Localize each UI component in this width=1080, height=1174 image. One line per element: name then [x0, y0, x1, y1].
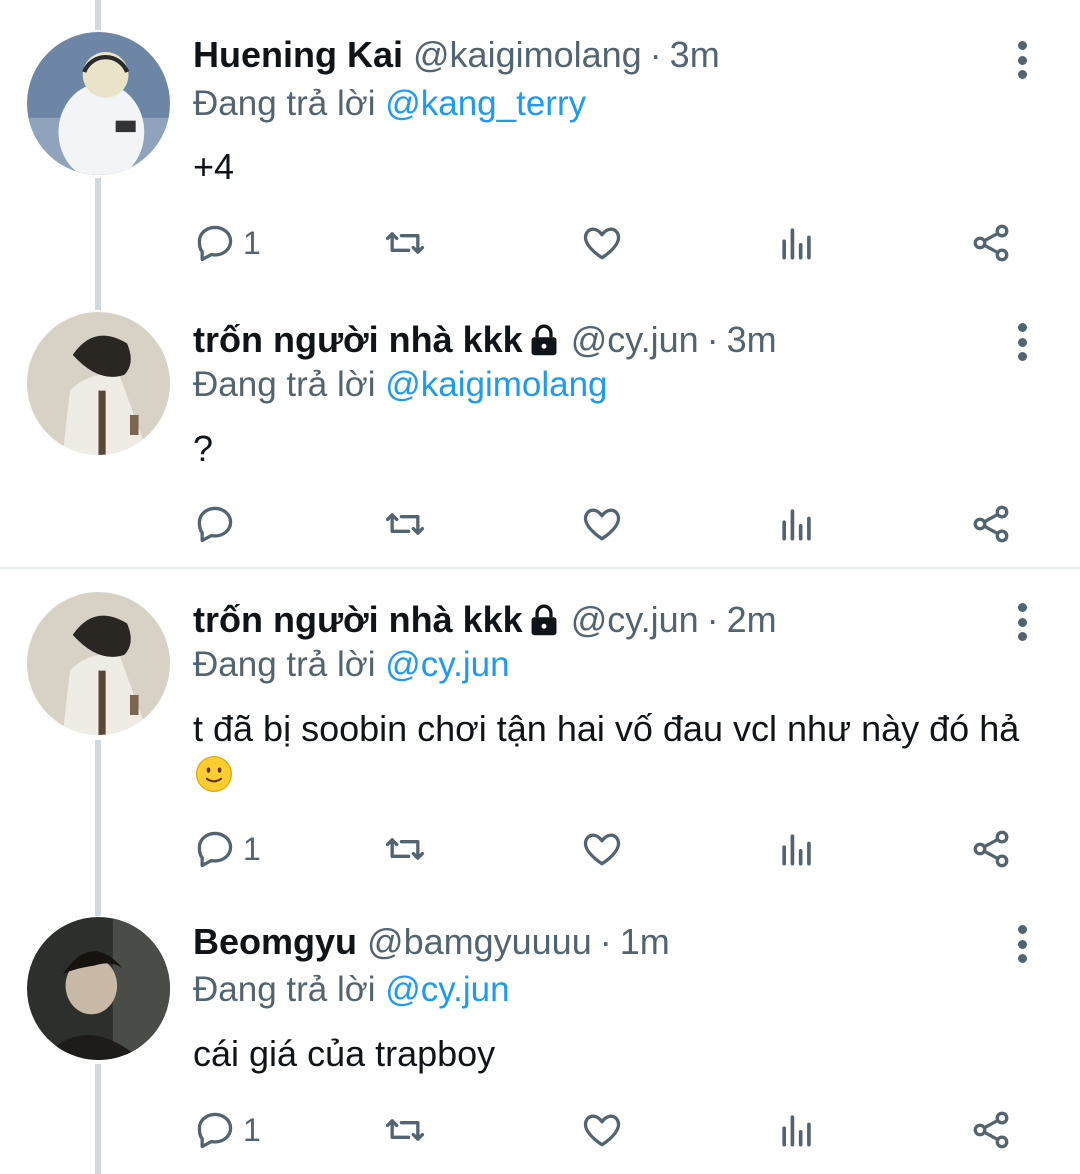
like-icon — [583, 1114, 621, 1147]
replying-to: Đang trả lời @cy.jun — [193, 970, 510, 1010]
timestamp[interactable]: 1m — [620, 921, 670, 963]
reply-count: 1 — [243, 1111, 261, 1148]
analytics-icon — [782, 1115, 811, 1147]
tweet-text: cái giá của trapboy — [193, 1033, 496, 1074]
mention-link[interactable]: @cy.jun — [385, 970, 509, 1009]
separator-dot: · — [599, 921, 612, 962]
reply-button[interactable]: 1 — [193, 1105, 261, 1155]
replying-label: Đang trả lời — [193, 970, 376, 1009]
share-button[interactable] — [969, 1105, 1013, 1155]
share-icon — [973, 1111, 1009, 1149]
reply-icon — [197, 1112, 233, 1149]
retweet-icon — [385, 1119, 425, 1141]
analytics-button[interactable] — [775, 1105, 819, 1155]
more-options-icon[interactable] — [1004, 922, 1040, 966]
display-name[interactable]: Beomgyu — [193, 921, 357, 963]
action-bar: 1 — [193, 1105, 1023, 1155]
tweet-header: Beomgyu @bamgyuuuu · 1m — [193, 917, 670, 967]
like-button[interactable] — [580, 1105, 624, 1155]
retweet-button[interactable] — [383, 1105, 427, 1155]
tweet[interactable]: Beomgyu @bamgyuuuu · 1m Đang trả lời @cy… — [0, 0, 1080, 1174]
avatar[interactable] — [27, 917, 170, 1060]
user-handle[interactable]: @bamgyuuuu — [367, 921, 592, 963]
